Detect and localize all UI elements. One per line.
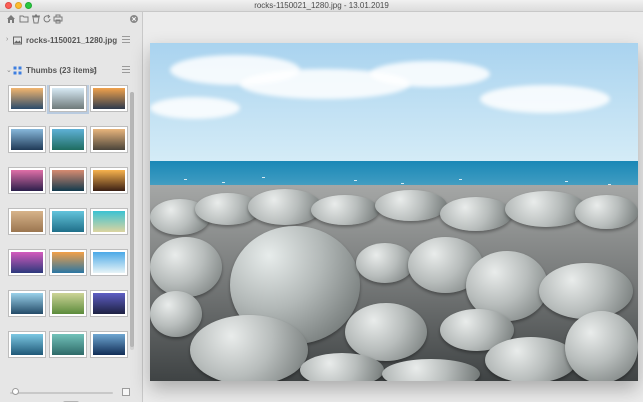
title-bar: rocks-1150021_1280.jpg - 13.01.2019 xyxy=(0,0,643,12)
thumbnail-green-bay[interactable] xyxy=(49,290,87,317)
thumbnail-image xyxy=(93,211,125,232)
thumbs-section-header[interactable]: ⌄ Thumbs (23 items) ⤮ xyxy=(0,64,143,78)
thumbnail-image xyxy=(11,88,43,109)
thumbnail-image xyxy=(52,129,84,150)
file-name-label: rocks-1150021_1280.jpg xyxy=(26,36,118,45)
chevron-down-icon[interactable]: ⌄ xyxy=(6,66,12,74)
thumbnail-cove-view[interactable] xyxy=(49,331,87,358)
thumbnail-pink-sky[interactable] xyxy=(8,167,46,194)
window-title: rocks-1150021_1280.jpg - 13.01.2019 xyxy=(254,1,389,10)
thumbnail-image xyxy=(52,211,84,232)
sidebar: › rocks-1150021_1280.jpg ⌄ Thumbs (23 it… xyxy=(0,12,143,402)
thumbnail-tropic-water[interactable] xyxy=(90,208,128,235)
thumbnail-waves-dusk[interactable] xyxy=(49,167,87,194)
thumbnail-blue-beach[interactable] xyxy=(90,249,128,276)
refresh-icon[interactable] xyxy=(42,14,52,24)
thumbnail-image xyxy=(11,170,43,191)
zoom-slider-knob[interactable] xyxy=(12,388,19,395)
thumbnail-coast-sunset[interactable] xyxy=(90,85,128,112)
fit-icon[interactable] xyxy=(122,388,130,396)
thumbnail-image xyxy=(93,129,125,150)
thumbnail-night-dock[interactable] xyxy=(90,290,128,317)
thumbnail-surf-waves[interactable] xyxy=(8,290,46,317)
thumbnail-sand-texture[interactable] xyxy=(8,208,46,235)
thumbnail-image xyxy=(93,293,125,314)
thumbnail-grid xyxy=(8,85,130,375)
folder-icon[interactable] xyxy=(19,14,29,24)
thumbs-count-label: Thumbs (23 items) xyxy=(26,66,97,75)
close-icon[interactable] xyxy=(129,14,139,24)
thumbnail-image xyxy=(11,252,43,273)
image-icon xyxy=(13,36,22,45)
thumbnail-image xyxy=(11,129,43,150)
trash-icon[interactable] xyxy=(31,14,41,24)
thumbnail-image xyxy=(52,293,84,314)
thumbnail-image xyxy=(11,334,43,355)
thumbnail-image xyxy=(52,170,84,191)
zoom-slider[interactable] xyxy=(10,392,113,394)
thumbnail-image xyxy=(11,293,43,314)
thumbnail-image xyxy=(52,252,84,273)
sidebar-toolbar xyxy=(0,12,143,26)
image-viewer xyxy=(144,12,643,402)
thumbnail-image xyxy=(93,170,125,191)
menu-icon[interactable] xyxy=(122,66,130,74)
thumbnail-palm-sunset[interactable] xyxy=(90,167,128,194)
main-photo xyxy=(150,43,638,381)
thumbnail-deep-blue[interactable] xyxy=(90,331,128,358)
thumbnail-rocks-beach[interactable] xyxy=(47,85,89,114)
thumbnail-sea-foam[interactable] xyxy=(8,331,46,358)
thumbnail-image xyxy=(93,334,125,355)
chevron-right-icon[interactable]: › xyxy=(6,36,8,43)
thumbnail-purple-shore[interactable] xyxy=(8,249,46,276)
thumbnail-image xyxy=(11,211,43,232)
thumbnail-image xyxy=(93,88,125,109)
menu-icon[interactable] xyxy=(122,36,130,44)
sky xyxy=(150,43,638,163)
home-icon[interactable] xyxy=(6,14,16,24)
grid-icon xyxy=(13,66,22,75)
shuffle-icon[interactable]: ⤮ xyxy=(90,66,96,76)
thumbnail-aerial-sand[interactable] xyxy=(49,249,87,276)
thumbnail-turquoise-wave[interactable] xyxy=(49,208,87,235)
app-window: rocks-1150021_1280.jpg - 13.01.2019 › ro… xyxy=(0,0,643,402)
thumbnail-sunset-sea[interactable] xyxy=(8,85,46,112)
thumbnail-image xyxy=(52,334,84,355)
thumb-scrollbar[interactable] xyxy=(130,92,134,347)
thumbnail-island-palm[interactable] xyxy=(49,126,87,153)
thumbnail-image xyxy=(52,88,84,109)
pebbles xyxy=(150,185,638,381)
thumbnail-ocean-dusk[interactable] xyxy=(8,126,46,153)
file-section-header[interactable]: › rocks-1150021_1280.jpg xyxy=(0,34,143,48)
thumbnail-image xyxy=(93,252,125,273)
thumbnail-rocky-coast[interactable] xyxy=(90,126,128,153)
print-icon[interactable] xyxy=(53,14,63,24)
